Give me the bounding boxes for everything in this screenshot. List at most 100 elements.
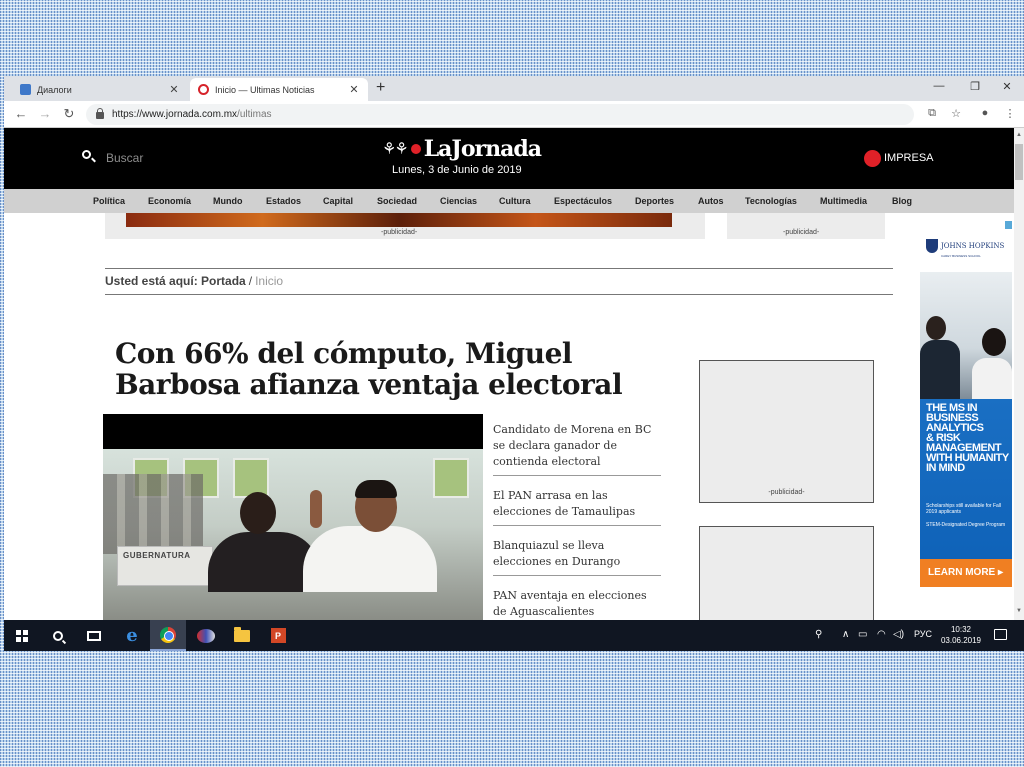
learn-more-button[interactable]: LEARN MORE ▸ <box>920 559 1012 587</box>
nav-item[interactable]: Deportes <box>635 196 674 206</box>
banner-ad-image <box>126 213 672 227</box>
sidebar-ad[interactable] <box>699 526 874 620</box>
logo-birds-icon: ⚘⚘ <box>382 141 409 158</box>
sidebar-ad[interactable]: -publicidad- <box>699 360 874 503</box>
tray-chevron-icon[interactable]: ∧ <box>842 629 849 640</box>
restore-button[interactable]: ❐ <box>960 80 990 93</box>
site-logo[interactable]: ⚘⚘ LaJornada <box>382 136 552 162</box>
nav-item[interactable]: Mundo <box>213 196 243 206</box>
nav-item[interactable]: Espectáculos <box>554 196 612 206</box>
article-photo[interactable]: GUBERNATURA <box>103 414 483 620</box>
scroll-down-icon[interactable]: ▼ <box>1015 608 1023 614</box>
edge-app[interactable]: e <box>114 620 150 651</box>
vertical-scrollbar[interactable]: ▲ ▼ <box>1014 128 1024 620</box>
nav-item[interactable]: Multimedia <box>820 196 867 206</box>
close-window-button[interactable]: ✕ <box>992 80 1022 93</box>
jh-logo-row: JOHNS HOPKINS <box>926 239 1004 253</box>
jh-ad-copy: THE MS IN BUSINESS ANALYTICS & RISK MANA… <box>920 399 1012 565</box>
related-link[interactable]: Blanquiazul se lleva elecciones en Duran… <box>493 538 661 570</box>
impresa-icon[interactable] <box>864 150 881 167</box>
volume-icon[interactable]: ◁) <box>893 629 904 640</box>
forward-icon[interactable]: → <box>36 106 54 121</box>
chrome-app[interactable] <box>150 620 186 651</box>
nav-item[interactable]: Cultura <box>499 196 531 206</box>
chrome-icon <box>160 626 176 643</box>
jh-ad-headline: THE MS IN BUSINESS ANALYTICS & RISK MANA… <box>926 403 1010 474</box>
battery-icon[interactable]: ▭ <box>858 629 867 640</box>
bookmark-star-icon[interactable]: ☆ <box>948 107 964 120</box>
related-item[interactable]: El PAN arrasa en las elecciones de Tamau… <box>493 488 661 520</box>
ballot-box-label: GUBERNATURA <box>123 551 191 560</box>
logo-text: LaJornada <box>423 136 542 162</box>
category-nav: Política Economía Mundo Estados Capital … <box>4 189 1014 213</box>
wifi-icon[interactable]: ◠ <box>877 629 886 640</box>
notifications-icon[interactable] <box>994 629 1007 640</box>
minimize-button[interactable]: — <box>924 80 954 92</box>
task-view-button[interactable] <box>76 620 112 651</box>
jh-ad-photo <box>920 272 1012 399</box>
site-header: Buscar ⚘⚘ LaJornada Lunes, 3 de Junio de… <box>4 128 1014 189</box>
johns-hopkins-ad[interactable]: JOHNS HOPKINS CAREY BUSINESS SCHOOL THE … <box>920 221 1012 587</box>
reload-icon[interactable]: ↻ <box>60 106 78 122</box>
photo-person <box>303 526 437 592</box>
back-icon[interactable]: ← <box>12 106 30 121</box>
taskbar-app[interactable] <box>188 620 224 651</box>
logo-dot <box>410 144 421 154</box>
jh-ad-note: STEM-Designated Degree Program <box>926 522 1006 528</box>
related-item[interactable]: Candidato de Morena en BC se declara gan… <box>493 422 661 470</box>
related-item[interactable]: PAN aventaja en elecciones de Aguascalie… <box>493 588 661 620</box>
top-right-ad[interactable]: -publicidad- <box>727 213 885 239</box>
breadcrumb-prefix: Usted está aquí: <box>105 274 198 288</box>
new-tab-button[interactable]: + <box>376 79 385 97</box>
adchoices-icon[interactable] <box>1005 221 1012 229</box>
nav-item[interactable]: Sociedad <box>377 196 417 206</box>
nav-item[interactable]: Blog <box>892 196 912 206</box>
taskbar-search-button[interactable] <box>40 620 76 651</box>
tab-dialogs[interactable]: Диалоги ✕ <box>12 78 188 101</box>
scroll-up-icon[interactable]: ▲ <box>1015 132 1023 138</box>
search-input[interactable]: Buscar <box>106 151 143 165</box>
photo-top-bar <box>103 414 483 449</box>
nav-item[interactable]: Autos <box>698 196 724 206</box>
nav-item[interactable]: Ciencias <box>440 196 477 206</box>
search-icon[interactable] <box>82 150 91 159</box>
thumbs-up <box>310 490 322 528</box>
related-link[interactable]: PAN aventaja en elecciones de Aguascalie… <box>493 588 661 620</box>
impresa-link[interactable]: IMPRESA <box>884 152 934 164</box>
article-headline[interactable]: Con 66% del cómputo, Miguel Barbosa afia… <box>115 338 675 400</box>
related-link[interactable]: El PAN arrasa en las elecciones de Tamau… <box>493 488 661 520</box>
nav-item[interactable]: Política <box>93 196 125 206</box>
start-button[interactable] <box>4 620 40 651</box>
menu-icon[interactable]: ⋮ <box>1002 107 1018 120</box>
close-tab-icon[interactable]: ✕ <box>168 83 180 96</box>
divider <box>105 268 893 269</box>
related-item[interactable]: Blanquiazul se lleva elecciones en Duran… <box>493 538 661 570</box>
jh-headline-line: IN MIND <box>926 462 965 474</box>
breadcrumb-home-link[interactable]: Portada <box>201 274 246 288</box>
browser-toolbar: ← → ↻ https://www.jornada.com.mx /ultima… <box>4 101 1024 128</box>
clock[interactable]: 10:32 03.06.2019 <box>938 624 984 646</box>
related-link[interactable]: Candidato de Morena en BC se declara gan… <box>493 422 661 470</box>
photo-person <box>355 480 397 498</box>
profile-icon[interactable]: ● <box>977 107 993 119</box>
top-banner-ad[interactable]: -publicidad- <box>105 213 705 239</box>
nav-item[interactable]: Tecnologías <box>745 196 797 206</box>
edge-icon: e <box>126 625 138 646</box>
jh-ad-note: Scholarships still available for Fall 20… <box>926 503 1002 515</box>
close-tab-icon[interactable]: ✕ <box>348 83 360 96</box>
nav-item[interactable]: Estados <box>266 196 301 206</box>
language-indicator[interactable]: РУС <box>914 629 932 639</box>
lock-icon <box>96 108 104 119</box>
ad-label: -publicidad- <box>768 489 805 496</box>
breadcrumb: Usted está aquí: Portada / Inicio <box>105 274 283 288</box>
tab-jornada[interactable]: Inicio — Ultimas Noticias ✕ <box>190 78 368 101</box>
nav-item[interactable]: Economía <box>148 196 191 206</box>
scrollbar-thumb[interactable] <box>1015 144 1023 180</box>
nav-item[interactable]: Capital <box>323 196 353 206</box>
address-bar[interactable]: https://www.jornada.com.mx /ultimas <box>86 104 914 125</box>
file-explorer-app[interactable] <box>224 620 260 651</box>
translate-icon[interactable]: ⧉ <box>924 107 940 120</box>
powerpoint-app[interactable]: P <box>260 620 296 651</box>
breadcrumb-current: Inicio <box>255 274 284 288</box>
people-icon[interactable]: ⚲ <box>815 629 822 640</box>
